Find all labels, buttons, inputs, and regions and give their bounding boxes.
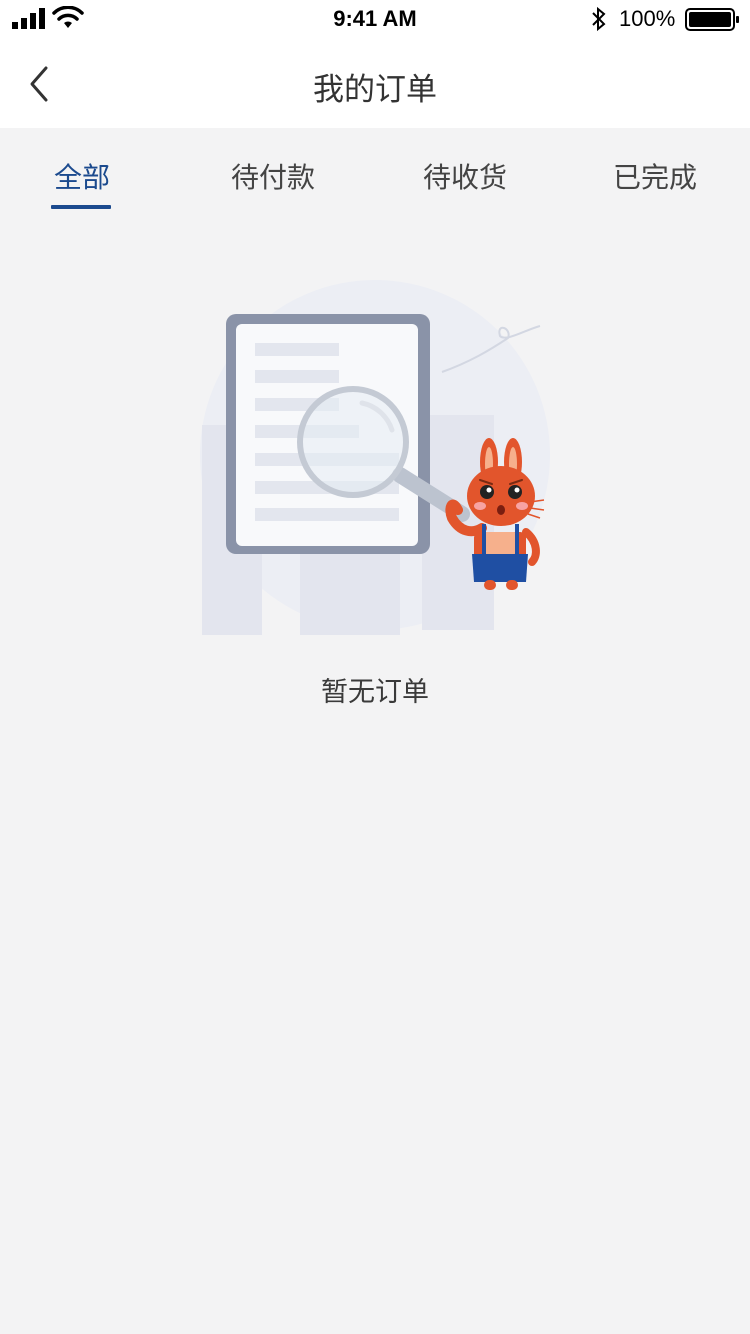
- active-tab-indicator: [51, 205, 111, 209]
- battery-percent: 100%: [619, 6, 676, 31]
- page-title: 我的订单: [313, 72, 437, 108]
- tab-all[interactable]: 全部: [54, 156, 110, 196]
- tab-pending-receipt[interactable]: 待收货: [423, 156, 507, 196]
- tab-pending-payment[interactable]: 待付款: [231, 156, 315, 196]
- order-tabs: 全部 待付款 待收货 已完成: [0, 128, 750, 218]
- bluetooth-icon: [592, 6, 606, 32]
- tab-completed[interactable]: 已完成: [613, 156, 697, 196]
- nav-bar: 我的订单: [0, 40, 750, 128]
- battery-icon: [685, 8, 739, 31]
- empty-message: 暂无订单: [321, 677, 429, 708]
- status-bar: 9:41 AM 100%: [0, 0, 750, 40]
- empty-orders-illustration: [200, 280, 550, 635]
